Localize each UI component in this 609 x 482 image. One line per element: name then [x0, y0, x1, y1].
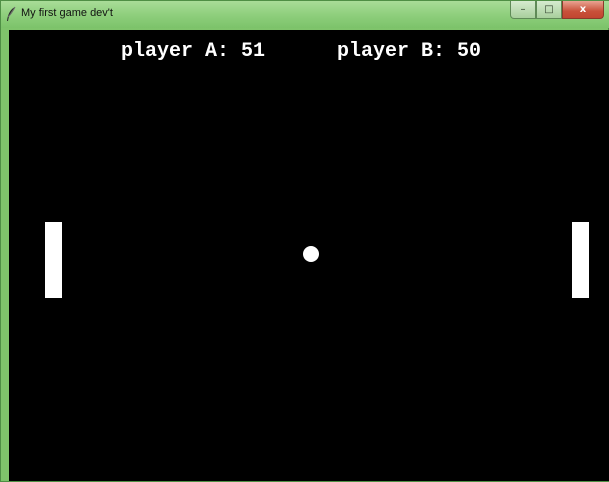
player-a-score: player A: 51 [121, 40, 266, 63]
app-window: My first game dev't – □ x player A: 51 p… [0, 0, 609, 482]
maximize-icon: □ [544, 3, 554, 15]
minimize-button[interactable]: – [510, 1, 536, 19]
title-bar[interactable]: My first game dev't – □ x [1, 1, 609, 28]
minimize-icon: – [520, 3, 526, 15]
close-icon: x [579, 3, 587, 15]
left-paddle [45, 222, 62, 298]
feather-icon [6, 6, 16, 22]
ball [303, 246, 319, 262]
right-paddle [572, 222, 589, 298]
player-b-score: player B: 50 [337, 40, 482, 63]
maximize-button[interactable]: □ [536, 1, 562, 19]
game-canvas[interactable]: player A: 51 player B: 50 [9, 30, 609, 481]
window-controls: – □ x [510, 1, 604, 21]
window-title: My first game dev't [21, 7, 113, 19]
close-button[interactable]: x [562, 1, 604, 19]
